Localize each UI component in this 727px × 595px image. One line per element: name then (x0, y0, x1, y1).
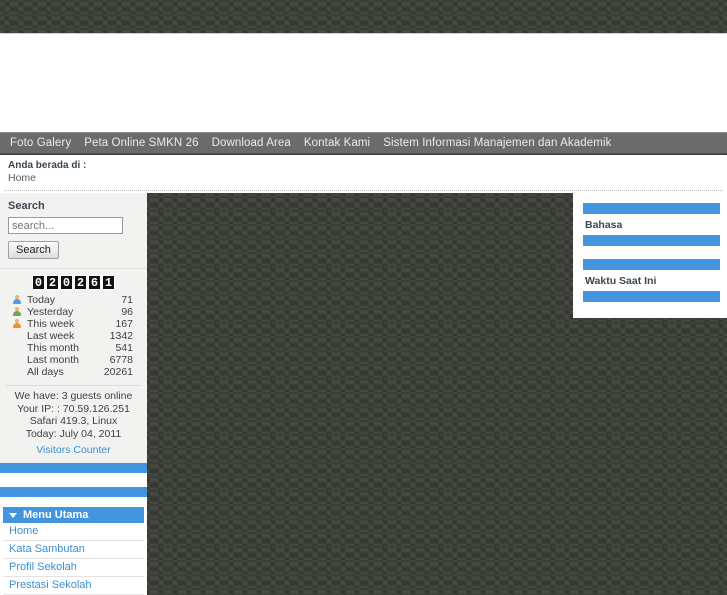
waktu-module: Waktu Saat Ini (583, 259, 720, 302)
main-menu-header: Menu Utama (3, 507, 144, 523)
main-menu-title: Menu Utama (23, 509, 89, 521)
main-content-area (147, 193, 573, 545)
stat-value: 20261 (103, 366, 133, 378)
breadcrumb-path[interactable]: Home (8, 172, 727, 185)
stat-value: 1342 (109, 330, 133, 342)
search-input[interactable] (8, 217, 123, 234)
module-bottom-bar (583, 235, 720, 246)
visitor-info: We have: 3 guests online Your IP: : 70.5… (6, 385, 141, 442)
module-bottom-bar (583, 291, 720, 302)
counter-digit: 0 (32, 275, 45, 290)
counter-digits: 0 2 0 2 6 1 (6, 275, 141, 290)
stat-row: This month 541 (10, 342, 137, 354)
chevron-down-icon (9, 512, 17, 518)
stat-value: 6778 (109, 354, 133, 366)
breadcrumb-title: Anda berada di : (8, 160, 87, 171)
list-item: Prestasi Sekolah (3, 577, 144, 595)
list-item: Kata Sambutan (3, 541, 144, 559)
guests-online-text: We have: 3 guests online (14, 390, 133, 402)
site-banner (0, 33, 727, 132)
stat-label: This month (27, 342, 79, 354)
stat-label: Last week (27, 330, 75, 342)
person-icon-orange (10, 318, 24, 330)
visitor-stats-list: Today 71 Yesterday 96 This week 167 Last… (6, 294, 141, 378)
stat-value: 167 (115, 318, 133, 330)
menu-item-kata-sambutan[interactable]: Kata Sambutan (3, 541, 144, 559)
module-gap (0, 497, 147, 507)
stat-value: 71 (121, 294, 133, 306)
stat-label: Today (27, 294, 56, 306)
counter-digit: 1 (102, 275, 115, 290)
page-root: Foto Galery Peta Online SMKN 26 Download… (0, 0, 727, 595)
menu-item-profil-sekolah[interactable]: Profil Sekolah (3, 559, 144, 577)
stat-label: Yesterday (27, 306, 74, 318)
stat-value: 96 (121, 306, 133, 318)
user-agent-text: Safari 419.3, Linux (29, 415, 118, 427)
list-item: Home (3, 523, 144, 541)
stat-row: All days 20261 (10, 366, 137, 378)
module-top-bar (583, 259, 720, 270)
counter-digit: 6 (88, 275, 101, 290)
stat-row: Yesterday 96 (10, 306, 137, 318)
bahasa-module: Bahasa (583, 203, 720, 246)
stat-label: Last month (27, 354, 79, 366)
visitor-ip-text: Your IP: : 70.59.126.251 (17, 402, 130, 415)
module-top-bar (583, 203, 720, 214)
visitors-counter-link[interactable]: Visitors Counter (6, 442, 141, 459)
visitor-counter-module: 0 2 0 2 6 1 Today 71 Yesterday 96 This w… (0, 269, 147, 463)
today-date-text: Today: July 04, 2011 (25, 427, 122, 440)
breadcrumb: Anda berada di : Home (0, 155, 727, 193)
nav-item-foto-galery[interactable]: Foto Galery (10, 137, 71, 149)
blue-divider-bar (0, 463, 147, 473)
counter-digit: 2 (46, 275, 59, 290)
right-sidebar: Bahasa Waktu Saat Ini (573, 193, 727, 318)
main-menu-module: Menu Utama Home Kata Sambutan Profil Sek… (0, 507, 147, 595)
nav-item-peta-online[interactable]: Peta Online SMKN 26 (84, 137, 198, 149)
menu-item-home[interactable]: Home (3, 523, 144, 541)
counter-digit: 2 (74, 275, 87, 290)
person-icon-blue (10, 294, 24, 306)
counter-digit: 0 (60, 275, 73, 290)
stat-row: Today 71 (10, 294, 137, 306)
search-module: Search Search (0, 193, 147, 269)
person-icon-green (10, 306, 24, 318)
stat-row: Last month 6778 (10, 354, 137, 366)
nav-item-kontak-kami[interactable]: Kontak Kami (304, 137, 370, 149)
blue-divider-bar (0, 487, 147, 497)
list-item: Profil Sekolah (3, 559, 144, 577)
stat-label: All days (27, 366, 64, 378)
nav-item-download-area[interactable]: Download Area (212, 137, 291, 149)
bahasa-module-title: Bahasa (585, 219, 623, 231)
search-button[interactable]: Search (8, 241, 59, 259)
main-menu-list: Home Kata Sambutan Profil Sekolah Presta… (3, 523, 144, 595)
left-sidebar: Search Search 0 2 0 2 6 1 Today 71 (0, 193, 147, 595)
top-navigation: Foto Galery Peta Online SMKN 26 Download… (0, 132, 727, 154)
menu-item-prestasi-sekolah[interactable]: Prestasi Sekolah (3, 577, 144, 595)
search-module-label: Search (8, 200, 45, 212)
stat-label: This week (27, 318, 75, 330)
nav-item-sistem-informasi[interactable]: Sistem Informasi Manajemen dan Akademik (383, 137, 611, 149)
stat-value: 541 (115, 342, 133, 354)
stat-row: Last week 1342 (10, 330, 137, 342)
breadcrumb-divider (4, 190, 723, 191)
waktu-module-title: Waktu Saat Ini (585, 275, 657, 287)
module-gap (0, 473, 147, 487)
stat-row: This week 167 (10, 318, 137, 330)
